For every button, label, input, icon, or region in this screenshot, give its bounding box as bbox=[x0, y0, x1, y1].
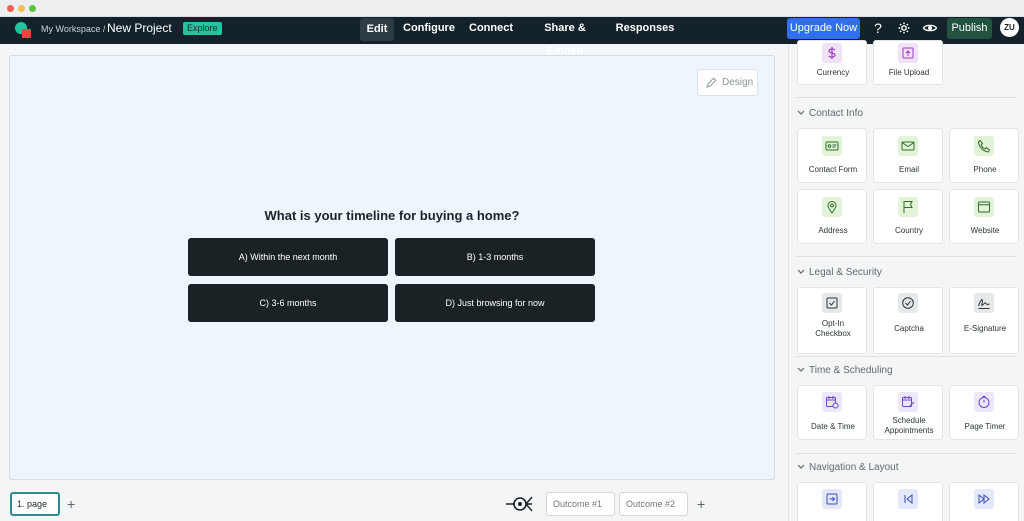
tab-responses[interactable]: Responses bbox=[615, 17, 675, 40]
element-label: Country bbox=[894, 226, 923, 235]
tab-share-embed[interactable]: Share & Embed bbox=[527, 17, 603, 57]
signature-icon bbox=[974, 293, 994, 313]
maximize-window-button[interactable] bbox=[29, 5, 36, 12]
explore-badge[interactable]: Explore bbox=[183, 22, 222, 35]
question-title[interactable]: What is your timeline for buying a home? bbox=[188, 208, 596, 223]
outcome-tab-1[interactable]: Outcome #1 bbox=[546, 492, 615, 516]
page-tab[interactable]: 1. page bbox=[10, 492, 60, 516]
section-title: Time & Scheduling bbox=[809, 365, 893, 376]
window-titlebar bbox=[0, 0, 1024, 17]
divider bbox=[796, 453, 1016, 454]
pencil-icon bbox=[706, 77, 717, 88]
answer-option-a[interactable]: A) Within the next month bbox=[188, 238, 388, 276]
tab-connect[interactable]: Connect bbox=[467, 17, 515, 40]
element-phone[interactable]: Phone bbox=[949, 128, 1019, 183]
fast-forward-icon bbox=[974, 489, 994, 509]
section-header-navigation-layout[interactable]: Navigation & Layout bbox=[797, 462, 899, 474]
settings-gear-icon[interactable] bbox=[896, 20, 912, 36]
element-label: Contact Form bbox=[808, 165, 858, 174]
element-label: Page Timer bbox=[964, 422, 1006, 431]
timer-icon bbox=[974, 392, 994, 412]
help-icon[interactable]: ? bbox=[870, 20, 886, 36]
element-navigation-2[interactable] bbox=[873, 482, 943, 521]
publish-button[interactable]: Publish bbox=[947, 18, 992, 39]
upgrade-button[interactable]: Upgrade Now bbox=[787, 18, 860, 39]
check-circle-icon bbox=[898, 293, 918, 313]
app-logo-icon[interactable] bbox=[14, 21, 32, 39]
element-email[interactable]: Email bbox=[873, 128, 943, 183]
element-schedule-appointments[interactable]: Schedule Appointments bbox=[873, 385, 943, 440]
calendar-edit-icon bbox=[898, 392, 918, 412]
chevron-down-icon bbox=[797, 267, 805, 279]
minimize-window-button[interactable] bbox=[18, 5, 25, 12]
element-file-upload[interactable]: File Upload bbox=[873, 40, 943, 85]
element-website[interactable]: Website bbox=[949, 189, 1019, 244]
workspace-breadcrumb[interactable]: My Workspace / bbox=[41, 23, 105, 35]
close-window-button[interactable] bbox=[7, 5, 14, 12]
tab-configure[interactable]: Configure bbox=[402, 17, 456, 40]
answer-option-d[interactable]: D) Just browsing for now bbox=[395, 284, 595, 322]
element-country[interactable]: Country bbox=[873, 189, 943, 244]
element-label: Website bbox=[970, 226, 1000, 235]
logic-flow-icon[interactable] bbox=[506, 492, 534, 516]
chevron-down-icon bbox=[797, 108, 805, 120]
design-button-label: Design bbox=[722, 77, 754, 88]
user-avatar[interactable]: ZU bbox=[1000, 18, 1019, 37]
section-title: Navigation & Layout bbox=[809, 462, 899, 473]
form-canvas[interactable] bbox=[9, 55, 775, 480]
element-label: E-Signature bbox=[963, 324, 1007, 333]
arrow-right-box-icon bbox=[822, 489, 842, 509]
preview-eye-icon[interactable] bbox=[922, 20, 938, 36]
element-date-time[interactable]: Date & Time bbox=[797, 385, 867, 440]
add-outcome-button[interactable]: + bbox=[697, 497, 705, 511]
project-title[interactable]: New Project bbox=[107, 20, 172, 36]
section-header-contact-info[interactable]: Contact Info bbox=[797, 108, 863, 120]
divider bbox=[796, 356, 1016, 357]
element-currency[interactable]: Currency bbox=[797, 40, 867, 85]
upload-icon bbox=[898, 43, 918, 63]
element-contact-form[interactable]: Contact Form bbox=[797, 128, 867, 183]
element-e-signature[interactable]: E-Signature bbox=[949, 287, 1019, 354]
element-opt-in-checkbox[interactable]: Opt-In Checkbox bbox=[797, 287, 867, 354]
add-page-button[interactable]: + bbox=[67, 497, 75, 511]
divider bbox=[796, 256, 1016, 257]
element-label: Date & Time bbox=[810, 422, 855, 431]
id-card-icon bbox=[822, 136, 842, 156]
element-label: Phone bbox=[973, 165, 997, 174]
element-label: File Upload bbox=[888, 68, 930, 77]
element-captcha[interactable]: Captcha bbox=[873, 287, 943, 354]
element-label: Opt-In Checkbox bbox=[815, 319, 851, 338]
map-pin-icon bbox=[822, 197, 842, 217]
answer-option-b[interactable]: B) 1-3 months bbox=[395, 238, 595, 276]
element-page-timer[interactable]: Page Timer bbox=[949, 385, 1019, 440]
section-header-time-scheduling[interactable]: Time & Scheduling bbox=[797, 365, 893, 377]
element-navigation-1[interactable] bbox=[797, 482, 867, 521]
top-navigation-bar: My Workspace / New Project Explore Edit … bbox=[0, 17, 1024, 57]
section-title: Legal & Security bbox=[809, 267, 882, 278]
answer-option-c[interactable]: C) 3-6 months bbox=[188, 284, 388, 322]
calendar-clock-icon bbox=[822, 392, 842, 412]
browser-icon bbox=[974, 197, 994, 217]
dollar-icon bbox=[822, 43, 842, 63]
chevron-down-icon bbox=[797, 462, 805, 474]
element-label: Address bbox=[818, 226, 848, 235]
element-address[interactable]: Address bbox=[797, 189, 867, 244]
section-title: Contact Info bbox=[809, 108, 863, 119]
section-header-legal-security[interactable]: Legal & Security bbox=[797, 267, 882, 279]
element-label: Captcha bbox=[894, 324, 924, 333]
phone-icon bbox=[974, 136, 994, 156]
outcome-tab-2[interactable]: Outcome #2 bbox=[619, 492, 688, 516]
envelope-icon bbox=[898, 136, 918, 156]
flag-icon bbox=[898, 197, 918, 217]
checkbox-icon bbox=[822, 293, 842, 313]
tab-edit[interactable]: Edit bbox=[360, 18, 394, 41]
design-button[interactable]: Design bbox=[697, 69, 758, 96]
skip-back-icon bbox=[898, 489, 918, 509]
element-navigation-3[interactable] bbox=[949, 482, 1019, 521]
element-label: Currency bbox=[816, 68, 850, 77]
divider bbox=[796, 97, 1016, 98]
chevron-down-icon bbox=[797, 365, 805, 377]
element-label: Email bbox=[898, 165, 919, 174]
element-label: Schedule Appointments bbox=[884, 416, 934, 435]
